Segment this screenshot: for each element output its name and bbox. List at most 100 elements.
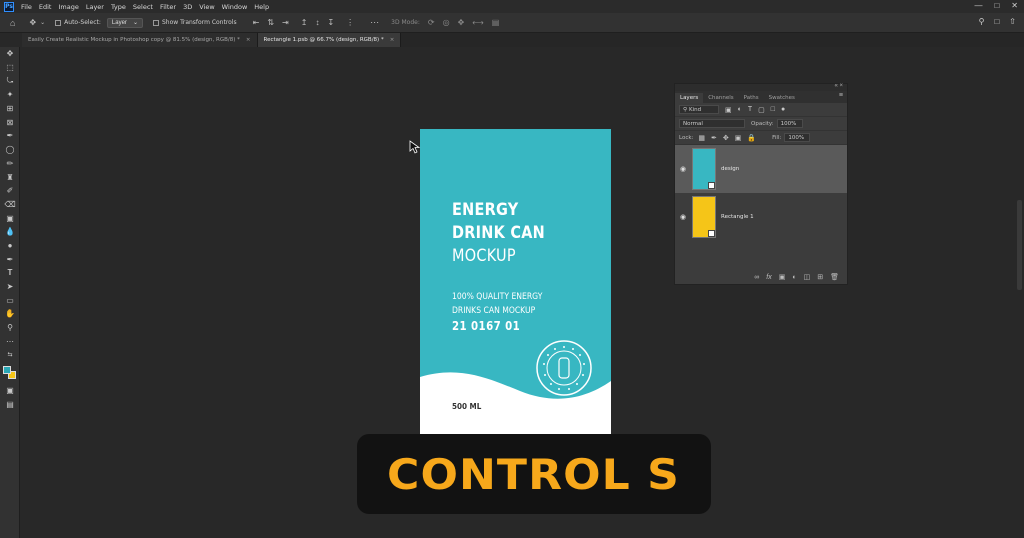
type-filter-icon[interactable]: T [748, 106, 752, 113]
menu-3d[interactable]: 3D [183, 3, 192, 11]
home-icon[interactable]: ⌂ [10, 18, 15, 28]
auto-select-target-select[interactable]: Layer ⌄ [106, 17, 143, 28]
chevron-down-icon[interactable]: ⌄ [40, 19, 45, 26]
move-tool-icon[interactable]: ✥ [0, 47, 20, 61]
tab-mockup-document[interactable]: Easily Create Realistic Mockup in Photos… [22, 33, 258, 47]
history-brush-tool-icon[interactable]: ✐ [0, 184, 20, 198]
close-icon[interactable]: ✕ [1011, 1, 1018, 10]
tab-channels[interactable]: Channels [703, 93, 738, 103]
adjustment-filter-icon[interactable]: ◐ [738, 106, 742, 113]
brush-tool-icon[interactable]: ✏ [0, 157, 20, 171]
pixel-filter-icon[interactable]: ▣ [725, 106, 732, 114]
align-right-icon[interactable]: ⇥ [282, 18, 289, 27]
shape-filter-icon[interactable]: ▢ [758, 106, 765, 114]
crop-tool-icon[interactable]: ⊞ [0, 102, 20, 116]
tab-paths[interactable]: Paths [739, 93, 764, 103]
visibility-eye-icon[interactable]: ◉ [675, 165, 691, 173]
align-left-icon[interactable]: ⇤ [253, 18, 260, 27]
fill-field[interactable]: 100% [784, 133, 811, 142]
magic-wand-tool-icon[interactable]: ✦ [0, 88, 20, 102]
panel-menu-icon[interactable]: ≡ [839, 92, 843, 99]
eyedropper-tool-icon[interactable]: ✒ [0, 129, 20, 143]
3d-slide-icon[interactable]: ⟷ [472, 18, 483, 27]
close-tab-icon[interactable]: × [246, 37, 251, 43]
marquee-tool-icon[interactable]: ⬚ [0, 61, 20, 75]
distribute-icon[interactable]: ⋮ [346, 18, 354, 27]
opacity-field[interactable]: 100% [776, 119, 803, 128]
align-center-icon[interactable]: ⇅ [267, 18, 274, 27]
tab-swatches[interactable]: Swatches [764, 93, 800, 103]
path-selection-tool-icon[interactable]: ➤ [0, 280, 20, 294]
eraser-tool-icon[interactable]: ⌫ [0, 198, 20, 212]
lasso-tool-icon[interactable]: ⤿ [0, 74, 20, 88]
delete-layer-icon[interactable]: 🗑 [830, 273, 839, 281]
maximize-icon[interactable]: □ [994, 1, 999, 10]
visibility-eye-icon[interactable]: ◉ [675, 213, 691, 221]
pen-tool-icon[interactable]: ✒ [0, 252, 20, 266]
layer-design[interactable]: ◉ design [675, 145, 847, 193]
tab-layers[interactable]: Layers [675, 93, 704, 103]
dodge-tool-icon[interactable]: ● [0, 239, 20, 253]
blend-mode-select[interactable]: Normal [679, 119, 745, 128]
menu-select[interactable]: Select [133, 3, 153, 11]
menu-view[interactable]: View [199, 3, 214, 11]
close-tab-icon[interactable]: × [390, 37, 395, 43]
lock-pixels-icon[interactable]: ✒ [711, 134, 717, 142]
menu-edit[interactable]: Edit [39, 3, 52, 11]
new-group-icon[interactable]: ◫ [804, 273, 811, 281]
new-layer-icon[interactable]: ⊞ [817, 273, 823, 281]
blur-tool-icon[interactable]: 💧 [0, 225, 20, 239]
search-icon[interactable]: ⚲ [979, 17, 985, 26]
menu-file[interactable]: File [21, 3, 32, 11]
more-tools-icon[interactable]: ⋯ [0, 334, 20, 348]
filter-kind-select[interactable]: ⚲ Kind [679, 105, 719, 114]
healing-tool-icon[interactable]: ◯ [0, 143, 20, 157]
screen-mode-icon[interactable]: ▤ [0, 398, 20, 412]
lock-artboard-icon[interactable]: ▣ [735, 134, 742, 142]
gradient-tool-icon[interactable]: ▣ [0, 211, 20, 225]
3d-scale-icon[interactable]: ▤ [492, 18, 500, 27]
workspace-icon[interactable]: □ [994, 17, 999, 26]
3d-orbit-icon[interactable]: ⟳ [428, 18, 435, 27]
menu-window[interactable]: Window [222, 3, 248, 11]
quick-mask-icon[interactable]: ▣ [0, 384, 20, 398]
minimize-icon[interactable]: — [974, 1, 982, 10]
lock-position-icon[interactable]: ✥ [723, 134, 729, 142]
add-mask-icon[interactable]: ▣ [779, 273, 786, 281]
foreground-color-swatch[interactable] [3, 365, 11, 374]
swap-colors-icon[interactable]: ⇆ [0, 348, 20, 362]
share-icon[interactable]: ⇧ [1009, 17, 1016, 26]
link-layers-icon[interactable]: ∞ [754, 274, 759, 281]
align-bottom-icon[interactable]: ↧ [327, 18, 334, 27]
more-options-icon[interactable]: ⋯ [370, 17, 379, 28]
filter-toggle-icon[interactable]: ● [781, 106, 785, 113]
lock-transparent-icon[interactable]: ▦ [698, 134, 705, 142]
canvas-scrollbar[interactable] [1017, 200, 1022, 290]
layer-rectangle-1[interactable]: ◉ Rectangle 1 [675, 193, 847, 241]
3d-roll-icon[interactable]: ◎ [443, 18, 450, 27]
rectangle-tool-icon[interactable]: ▭ [0, 293, 20, 307]
auto-select-checkbox[interactable]: Auto-Select: [55, 19, 101, 26]
align-top-icon[interactable]: ↥ [301, 18, 308, 27]
menu-image[interactable]: Image [58, 3, 78, 11]
transform-controls-checkbox[interactable]: Show Transform Controls [152, 19, 237, 26]
artboard-design[interactable]: ENERGY DRINK CAN MOCKUP 100% QUALITY ENE… [420, 129, 611, 435]
menu-layer[interactable]: Layer [86, 3, 104, 11]
menu-help[interactable]: Help [254, 3, 269, 11]
3d-drag-icon[interactable]: ✥ [458, 18, 465, 27]
menu-filter[interactable]: Filter [160, 3, 176, 11]
hand-tool-icon[interactable]: ✋ [0, 307, 20, 321]
tab-rectangle-document[interactable]: Rectangle 1.psb @ 66.7% (design, RGB/8) … [257, 33, 402, 47]
adjustment-layer-icon[interactable]: ◐ [792, 274, 796, 281]
frame-tool-icon[interactable]: ⊠ [0, 115, 20, 129]
zoom-tool-icon[interactable]: ⚲ [0, 321, 20, 335]
lock-all-icon[interactable]: 🔒 [747, 134, 756, 142]
color-swatches[interactable] [0, 362, 20, 384]
layer-style-icon[interactable]: fx [766, 274, 771, 281]
menu-type[interactable]: Type [111, 3, 126, 11]
type-tool-icon[interactable]: T [0, 266, 20, 280]
align-middle-icon[interactable]: ↕ [315, 18, 319, 27]
smart-object-filter-icon[interactable]: □ [771, 106, 775, 113]
stamp-tool-icon[interactable]: ♜ [0, 170, 20, 184]
move-tool-icon[interactable]: ✥ [29, 18, 36, 27]
